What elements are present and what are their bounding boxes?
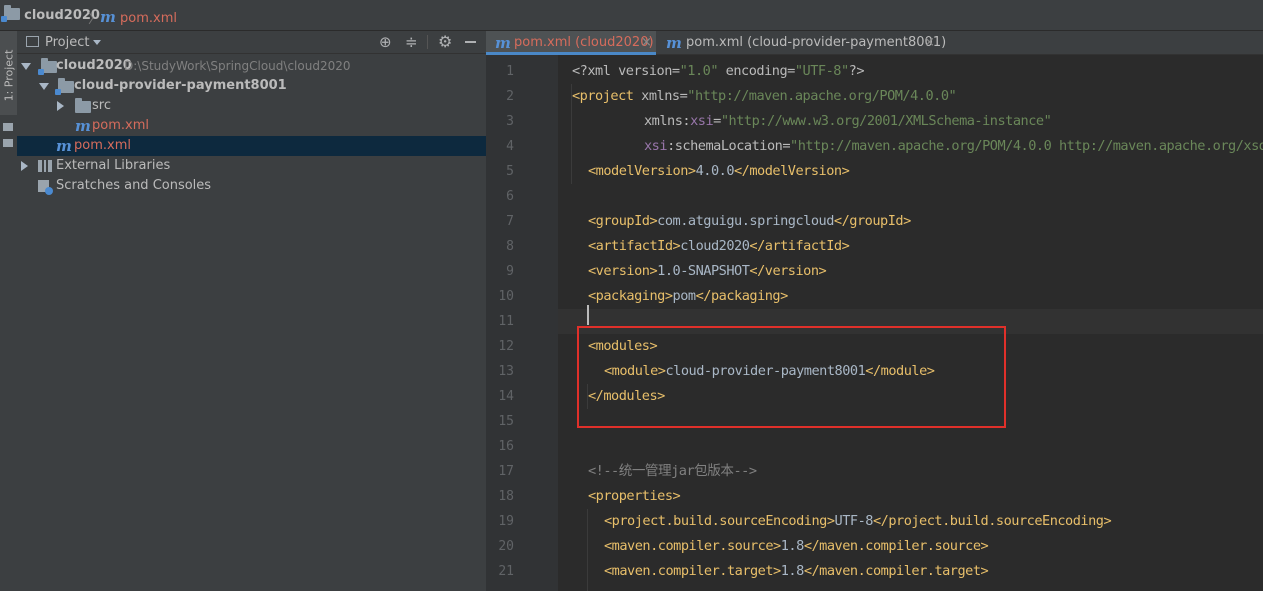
tree-item-label: External Libraries [56,158,171,173]
project-view-icon [26,36,39,47]
maven-file-icon: m [56,137,72,155]
project-tool-label[interactable]: 1: Project [2,50,15,102]
module-folder-icon [1,5,20,22]
line-number: 8 [506,239,514,254]
line-number: 7 [506,214,514,229]
code-line-1: <?xml version="1.0" encoding="UTF-8"?> [572,63,865,79]
code-line-20: <maven.compiler.source>1.8</maven.compil… [604,538,989,554]
tree-item-label: cloud2020 [56,58,132,73]
line-number: 2 [506,89,514,104]
maven-file-icon: m [495,34,511,52]
breadcrumb-file[interactable]: m pom.xml [100,8,177,26]
expand-arrow-icon[interactable] [21,63,31,70]
line-number: 15 [498,414,514,429]
close-icon[interactable]: × [924,31,935,55]
tool-window-stripe: 1: Project [0,31,18,591]
tree-item-path: D:\StudyWork\SpringCloud\cloud2020 [124,59,351,73]
tree-item-cloud-provider-payment8001[interactable]: cloud-provider-payment8001 [17,76,486,96]
code-editor[interactable]: <?xml version="1.0" encoding="UTF-8"?> <… [558,55,1263,591]
code-line-21: <maven.compiler.target>1.8</maven.compil… [604,563,989,579]
line-number: 21 [498,564,514,579]
line-number: 6 [506,189,514,204]
toolbar-divider [427,35,428,49]
tree-item-src[interactable]: src [17,96,486,116]
line-number: 14 [498,389,514,404]
expand-arrow-icon[interactable] [21,161,28,171]
tree-item-label: Scratches and Consoles [56,178,212,193]
code-line-19: <project.build.sourceEncoding>UTF-8</pro… [604,513,1112,529]
tree-item-module-pom[interactable]: m pom.xml [17,116,486,136]
code-line-18: <properties> [588,488,681,504]
code-line-2: <project xmlns="http://maven.apache.org/… [572,88,957,104]
line-number: 11 [498,314,514,329]
module-folder-icon [55,78,74,95]
project-view-selector[interactable]: Project [45,35,89,50]
code-line-7: <groupId>com.atguigu.springcloud</groupI… [588,213,911,229]
breadcrumb-file-label: pom.xml [120,11,177,26]
collapse-icon[interactable]: ≑ [405,33,418,51]
line-number: 3 [506,114,514,129]
library-icon [38,160,52,172]
line-number: 20 [498,539,514,554]
line-number: 18 [498,489,514,504]
tree-item-scratches[interactable]: Scratches and Consoles [17,176,486,196]
expand-arrow-icon[interactable] [39,83,49,90]
maven-file-icon: m [75,117,91,135]
text-caret [587,305,589,325]
minimize-icon[interactable] [465,41,476,43]
tree-item-label: pom.xml [74,138,131,153]
code-line-10: <packaging>pom</packaging> [588,288,788,304]
navigation-bar: cloud2020 〉 m pom.xml [0,0,1263,31]
project-panel: Project ⊕ ≑ ⚙ cloud2020 D:\StudyWork\Spr… [17,31,486,591]
code-line-3: xmlns:xsi="http://www.w3.org/2001/XMLSch… [644,113,1052,129]
locate-icon[interactable]: ⊕ [379,33,392,51]
structure-tool-icon[interactable] [3,123,13,131]
line-number: 16 [498,439,514,454]
editor-tab-bar: m pom.xml (cloud2020) × m pom.xml (cloud… [486,31,1263,55]
expand-arrow-icon[interactable] [57,101,64,111]
breadcrumb-project[interactable]: cloud2020 [1,5,100,23]
close-icon[interactable]: × [641,31,652,55]
gear-icon[interactable]: ⚙ [438,32,452,51]
line-number: 13 [498,364,514,379]
line-number: 5 [506,164,514,179]
code-line-5: <modelVersion>4.0.0</modelVersion> [588,163,850,179]
line-number: 17 [498,464,514,479]
tree-item-root-pom[interactable]: m pom.xml [17,136,486,156]
maven-file-icon: m [666,34,682,52]
tab-pom-cloud-provider-payment8001[interactable]: m pom.xml (cloud-provider-payment8001) × [656,31,946,55]
code-line-17: <!--统一管理jar包版本--> [588,463,757,479]
maven-file-icon: m [100,8,116,26]
project-panel-header: Project ⊕ ≑ ⚙ [17,31,486,54]
modules-highlight-box [577,326,1006,428]
chevron-down-icon[interactable] [93,40,101,45]
scratches-badge-icon [45,187,53,195]
folder-icon [75,98,91,113]
tree-item-label: pom.xml [92,118,149,133]
code-line-8: <artifactId>cloud2020</artifactId> [588,238,850,254]
code-line-9: <version>1.0-SNAPSHOT</version> [588,263,827,279]
tab-label: pom.xml (cloud2020) [514,35,654,50]
tree-item-label: src [92,98,111,113]
module-folder-icon [38,58,57,75]
editor-gutter: 1 2 3 4 5 6 7 8 9 10 11 12 13 14 15 16 1… [486,55,567,591]
line-number: 9 [506,264,514,279]
favorites-tool-icon[interactable] [3,139,13,147]
line-number: 1 [506,64,514,79]
tree-item-label: cloud-provider-payment8001 [74,78,287,93]
line-number: 12 [498,339,514,354]
line-number: 10 [498,289,514,304]
line-number: 19 [498,514,514,529]
tree-item-cloud2020[interactable]: cloud2020 D:\StudyWork\SpringCloud\cloud… [17,56,486,76]
tab-pom-cloud2020[interactable]: m pom.xml (cloud2020) × [486,31,656,55]
line-number: 4 [506,139,514,154]
tab-label: pom.xml (cloud-provider-payment8001) [686,35,947,50]
code-line-4: xsi:schemaLocation="http://maven.apache.… [644,138,1263,154]
tree-item-external-libraries[interactable]: External Libraries [17,156,486,176]
